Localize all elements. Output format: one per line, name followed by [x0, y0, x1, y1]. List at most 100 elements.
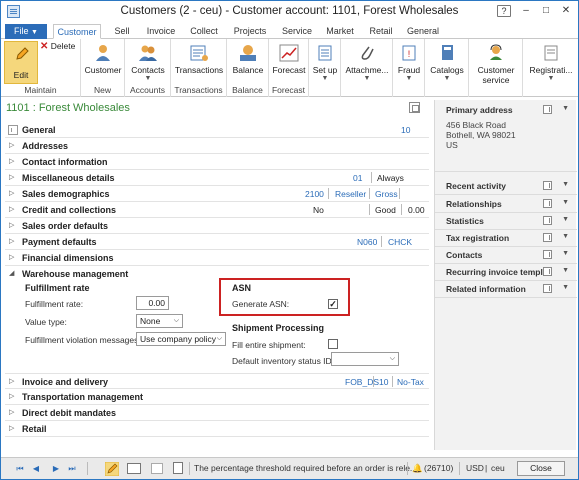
default-inventory-status-select[interactable]: ⌵ — [331, 352, 399, 366]
balance-button[interactable]: Balance — [229, 43, 267, 75]
tab-market[interactable]: Market — [323, 24, 357, 39]
tab-invoice[interactable]: Invoice — [143, 24, 179, 39]
factbox-options-icon[interactable] — [543, 181, 552, 190]
forecast-button[interactable]: Forecast — [270, 43, 308, 75]
fasttab-transportation[interactable]: ▷ Transportation management — [5, 389, 429, 405]
summary-divider — [399, 188, 400, 199]
tab-service[interactable]: Service — [279, 24, 315, 39]
fasttab-retail[interactable]: ▷ Retail — [5, 421, 429, 437]
maximize-icon[interactable]: □ — [538, 5, 554, 18]
chevron-down-icon[interactable]: ▼ — [562, 216, 569, 223]
factbox-related-information[interactable]: Related information ▼ — [435, 280, 577, 298]
factbox-options-icon[interactable] — [543, 216, 552, 225]
summary-divider — [328, 188, 329, 199]
chevron-down-icon[interactable]: ▼ — [562, 233, 569, 240]
last-record-icon[interactable]: ⏭ — [67, 464, 77, 474]
help-button[interactable]: ? — [497, 5, 511, 17]
fasttab-financial-label: Financial dimensions — [22, 253, 114, 263]
fasttab-payment-defaults[interactable]: ▷ Payment defaults N060 CHCK — [5, 234, 429, 250]
close-button[interactable]: Close — [517, 461, 565, 476]
factbox-recent-activity[interactable]: Recent activity ▼ — [435, 177, 577, 195]
expand-arrow-icon: ▷ — [9, 222, 15, 229]
tab-general[interactable]: General — [405, 24, 441, 39]
status-divider — [87, 462, 88, 475]
factbox-primary-address[interactable]: Primary address ▼ 456 Black Road Bothell… — [435, 100, 577, 172]
form-options-icon[interactable] — [409, 102, 420, 113]
close-icon[interactable]: ✕ — [558, 5, 574, 18]
collapse-arrow-icon: ◢ — [9, 270, 15, 277]
chevron-down-icon[interactable]: ▼ — [562, 284, 569, 291]
expand-arrow-icon: ▷ — [9, 409, 15, 416]
chevron-down-icon[interactable]: ▼ — [562, 181, 569, 188]
invoice-summary-3: No-Tax — [397, 377, 424, 387]
catalogs-button[interactable]: Catalogs ▼ — [427, 43, 467, 82]
fasttab-sales-demographics[interactable]: ▷ Sales demographics 2100 Reseller Gross — [5, 186, 429, 202]
factbox-statistics[interactable]: Statistics ▼ — [435, 212, 577, 230]
fasttab-sales-order-defaults[interactable]: ▷ Sales order defaults — [5, 218, 429, 234]
setup-button[interactable]: Set up ▼ — [310, 43, 340, 82]
chevron-down-icon[interactable]: ▼ — [562, 250, 569, 257]
violation-messages-select[interactable]: Use company policy ⌵ — [136, 332, 226, 346]
fraud-button[interactable]: ! Fraud ▼ — [394, 43, 424, 82]
factbox-recurring-invoice[interactable]: Recurring invoice templ... ▼ — [435, 263, 577, 281]
factbox-options-icon[interactable] — [543, 267, 552, 276]
tab-sell[interactable]: Sell — [109, 24, 135, 39]
transactions-label: Transactions — [174, 65, 224, 75]
fasttab-credit-collections[interactable]: ▷ Credit and collections No Good 0.00 — [5, 202, 429, 218]
tab-file[interactable]: File ▼ — [5, 24, 47, 39]
customer-button[interactable]: Customer — [84, 43, 122, 75]
misc-summary-2: Always — [377, 173, 404, 183]
notification-bell-icon[interactable]: 🔔 — [412, 463, 423, 474]
customer-service-button[interactable]: Customer service — [471, 43, 521, 85]
generate-asn-checkbox[interactable]: ✓ — [328, 299, 338, 309]
factbox-contacts[interactable]: Contacts ▼ — [435, 246, 577, 264]
minimize-icon[interactable]: – — [518, 5, 534, 18]
delete-button[interactable]: ✕ Delete — [40, 41, 75, 52]
fasttab-direct-debit[interactable]: ▷ Direct debit mandates — [5, 405, 429, 421]
grid-view-icon[interactable] — [151, 463, 163, 474]
fasttab-invoice-delivery[interactable]: ▷ Invoice and delivery FOB_DS 10 No-Tax — [5, 373, 429, 389]
fasttab-warehouse-management[interactable]: ◢ Warehouse management — [5, 266, 429, 282]
fasttab-misc-details[interactable]: ▷ Miscellaneous details 01 Always — [5, 170, 429, 186]
group-registration: Registrati... ▼ — [523, 39, 578, 97]
form-view-icon[interactable] — [127, 463, 141, 474]
chevron-down-icon: ⌵ — [389, 355, 395, 362]
chevron-down-icon[interactable]: ▼ — [562, 199, 569, 206]
tab-retail[interactable]: Retail — [366, 24, 396, 39]
edit-button[interactable]: Edit — [4, 41, 38, 84]
attachments-button[interactable]: Attachme... ▼ — [342, 43, 392, 82]
chevron-down-icon[interactable]: ▼ — [562, 105, 569, 112]
pencil-icon[interactable] — [105, 462, 119, 476]
factbox-options-icon[interactable] — [543, 199, 552, 208]
factbox-options-icon[interactable] — [543, 233, 552, 242]
notification-count[interactable]: (26710) — [424, 463, 453, 473]
chevron-down-icon[interactable]: ▼ — [562, 267, 569, 274]
fasttab-contact-information[interactable]: ▷ Contact information — [5, 154, 429, 170]
previous-record-icon[interactable]: ◀ — [31, 464, 41, 474]
ribbon: Edit ✕ Delete Maintain Customer New Cont… — [1, 39, 578, 97]
contacts-button[interactable]: Contacts ▼ — [129, 43, 167, 82]
tab-customer[interactable]: Customer — [53, 24, 101, 39]
chevron-down-icon: ▼ — [405, 75, 413, 82]
fasttab-transport-label: Transportation management — [22, 392, 144, 402]
tab-projects[interactable]: Projects — [230, 24, 270, 39]
registration-button[interactable]: Registrati... ▼ — [525, 43, 577, 82]
factbox-options-icon[interactable] — [543, 105, 552, 114]
chevron-down-icon: ▼ — [547, 75, 555, 82]
tab-collect[interactable]: Collect — [187, 24, 221, 39]
fulfillment-rate-input[interactable]: 0.00 — [136, 296, 169, 310]
contacts-label: Contacts — [131, 65, 165, 75]
transactions-button[interactable]: Transactions — [174, 43, 224, 75]
first-record-icon[interactable]: ⏮ — [15, 464, 25, 474]
factbox-options-icon[interactable] — [543, 284, 552, 293]
fill-entire-shipment-checkbox[interactable] — [328, 339, 338, 349]
factbox-tax-registration[interactable]: Tax registration ▼ — [435, 229, 577, 247]
fasttab-financial-dimensions[interactable]: ▷ Financial dimensions — [5, 250, 429, 266]
value-type-select[interactable]: None ⌵ — [136, 314, 183, 328]
fasttab-addresses[interactable]: ▷ Addresses — [5, 138, 429, 154]
document-icon[interactable] — [173, 462, 183, 474]
factbox-relationships[interactable]: Relationships ▼ — [435, 195, 577, 213]
factbox-options-icon[interactable] — [543, 250, 552, 259]
fasttab-general[interactable]: General 10 — [5, 122, 429, 138]
next-record-icon[interactable]: ▶ — [51, 464, 61, 474]
